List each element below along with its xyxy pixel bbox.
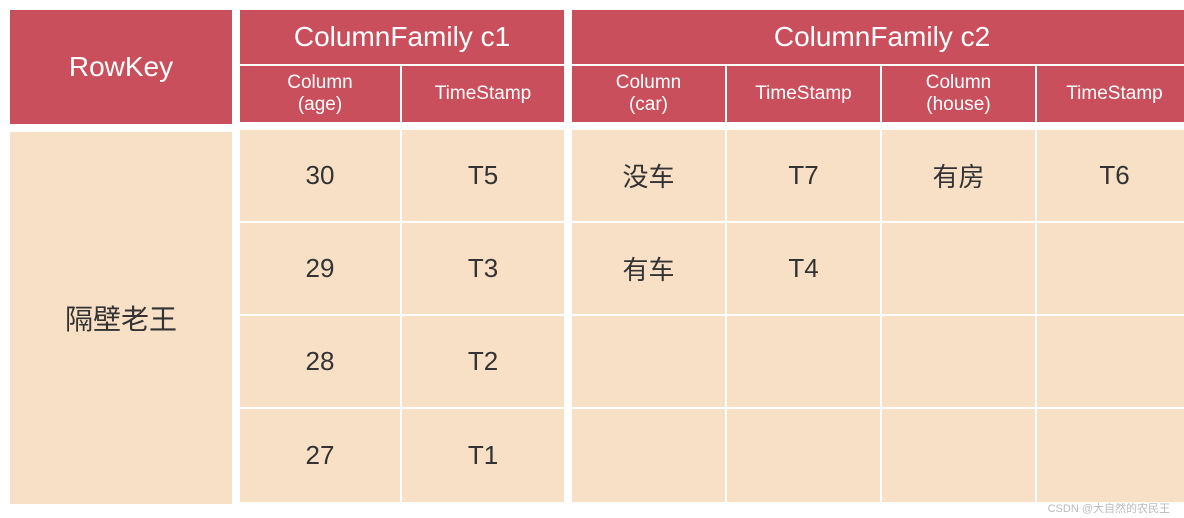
data-cell: T3 [402,223,564,314]
data-cell: 有车 [572,223,727,314]
cf2-col-timestamp1: TimeStamp [727,66,882,122]
data-cell [882,223,1037,314]
data-cell: 28 [240,316,402,407]
cf1-col-age: Column(age) [240,66,402,122]
data-cell: 没车 [572,130,727,221]
data-cell [727,316,882,407]
data-cell: T5 [402,130,564,221]
data-cell: 27 [240,409,402,502]
rowkey-header: RowKey [10,10,232,124]
data-cell [727,409,882,502]
cf2-col-car: Column(car) [572,66,727,122]
hbase-table-diagram: RowKey 隔壁老王 ColumnFamily c1 Column(age) … [10,10,1174,504]
cf1-body: 30 T5 29 T3 28 T2 27 T1 [240,130,564,502]
column-family-c2: ColumnFamily c2 Column(car) TimeStamp Co… [572,10,1184,504]
data-cell: T1 [402,409,564,502]
cf2-title: ColumnFamily c2 [572,10,1184,66]
data-cell [1037,223,1184,314]
table-row: 29 T3 [240,223,564,316]
data-cell: T4 [727,223,882,314]
data-cell [1037,409,1184,502]
data-cell: 有房 [882,130,1037,221]
table-row: 有车 T4 [572,223,1184,316]
rowkey-column: RowKey 隔壁老王 [10,10,232,504]
cf2-col-house: Column(house) [882,66,1037,122]
data-cell [882,409,1037,502]
table-row [572,316,1184,409]
data-cell: 30 [240,130,402,221]
data-cell: T2 [402,316,564,407]
table-row: 27 T1 [240,409,564,502]
cf1-subheader: Column(age) TimeStamp [240,66,564,122]
cf2-subheader: Column(car) TimeStamp Column(house) Time… [572,66,1184,122]
cf1-title: ColumnFamily c1 [240,10,564,66]
data-cell [1037,316,1184,407]
cf2-body: 没车 T7 有房 T6 有车 T4 [572,130,1184,502]
watermark: CSDN @大自然的农民王 [1048,500,1170,516]
data-cell: T6 [1037,130,1184,221]
cf2-col-timestamp2: TimeStamp [1037,66,1184,122]
table-row: 28 T2 [240,316,564,409]
table-row [572,409,1184,502]
data-cell [572,409,727,502]
cf1-col-timestamp: TimeStamp [402,66,564,122]
table-row: 30 T5 [240,130,564,223]
column-family-c1: ColumnFamily c1 Column(age) TimeStamp 30… [240,10,564,504]
table-row: 没车 T7 有房 T6 [572,130,1184,223]
data-cell: 29 [240,223,402,314]
rowkey-value: 隔壁老王 [10,132,232,504]
data-cell: T7 [727,130,882,221]
data-cell [572,316,727,407]
data-cell [882,316,1037,407]
